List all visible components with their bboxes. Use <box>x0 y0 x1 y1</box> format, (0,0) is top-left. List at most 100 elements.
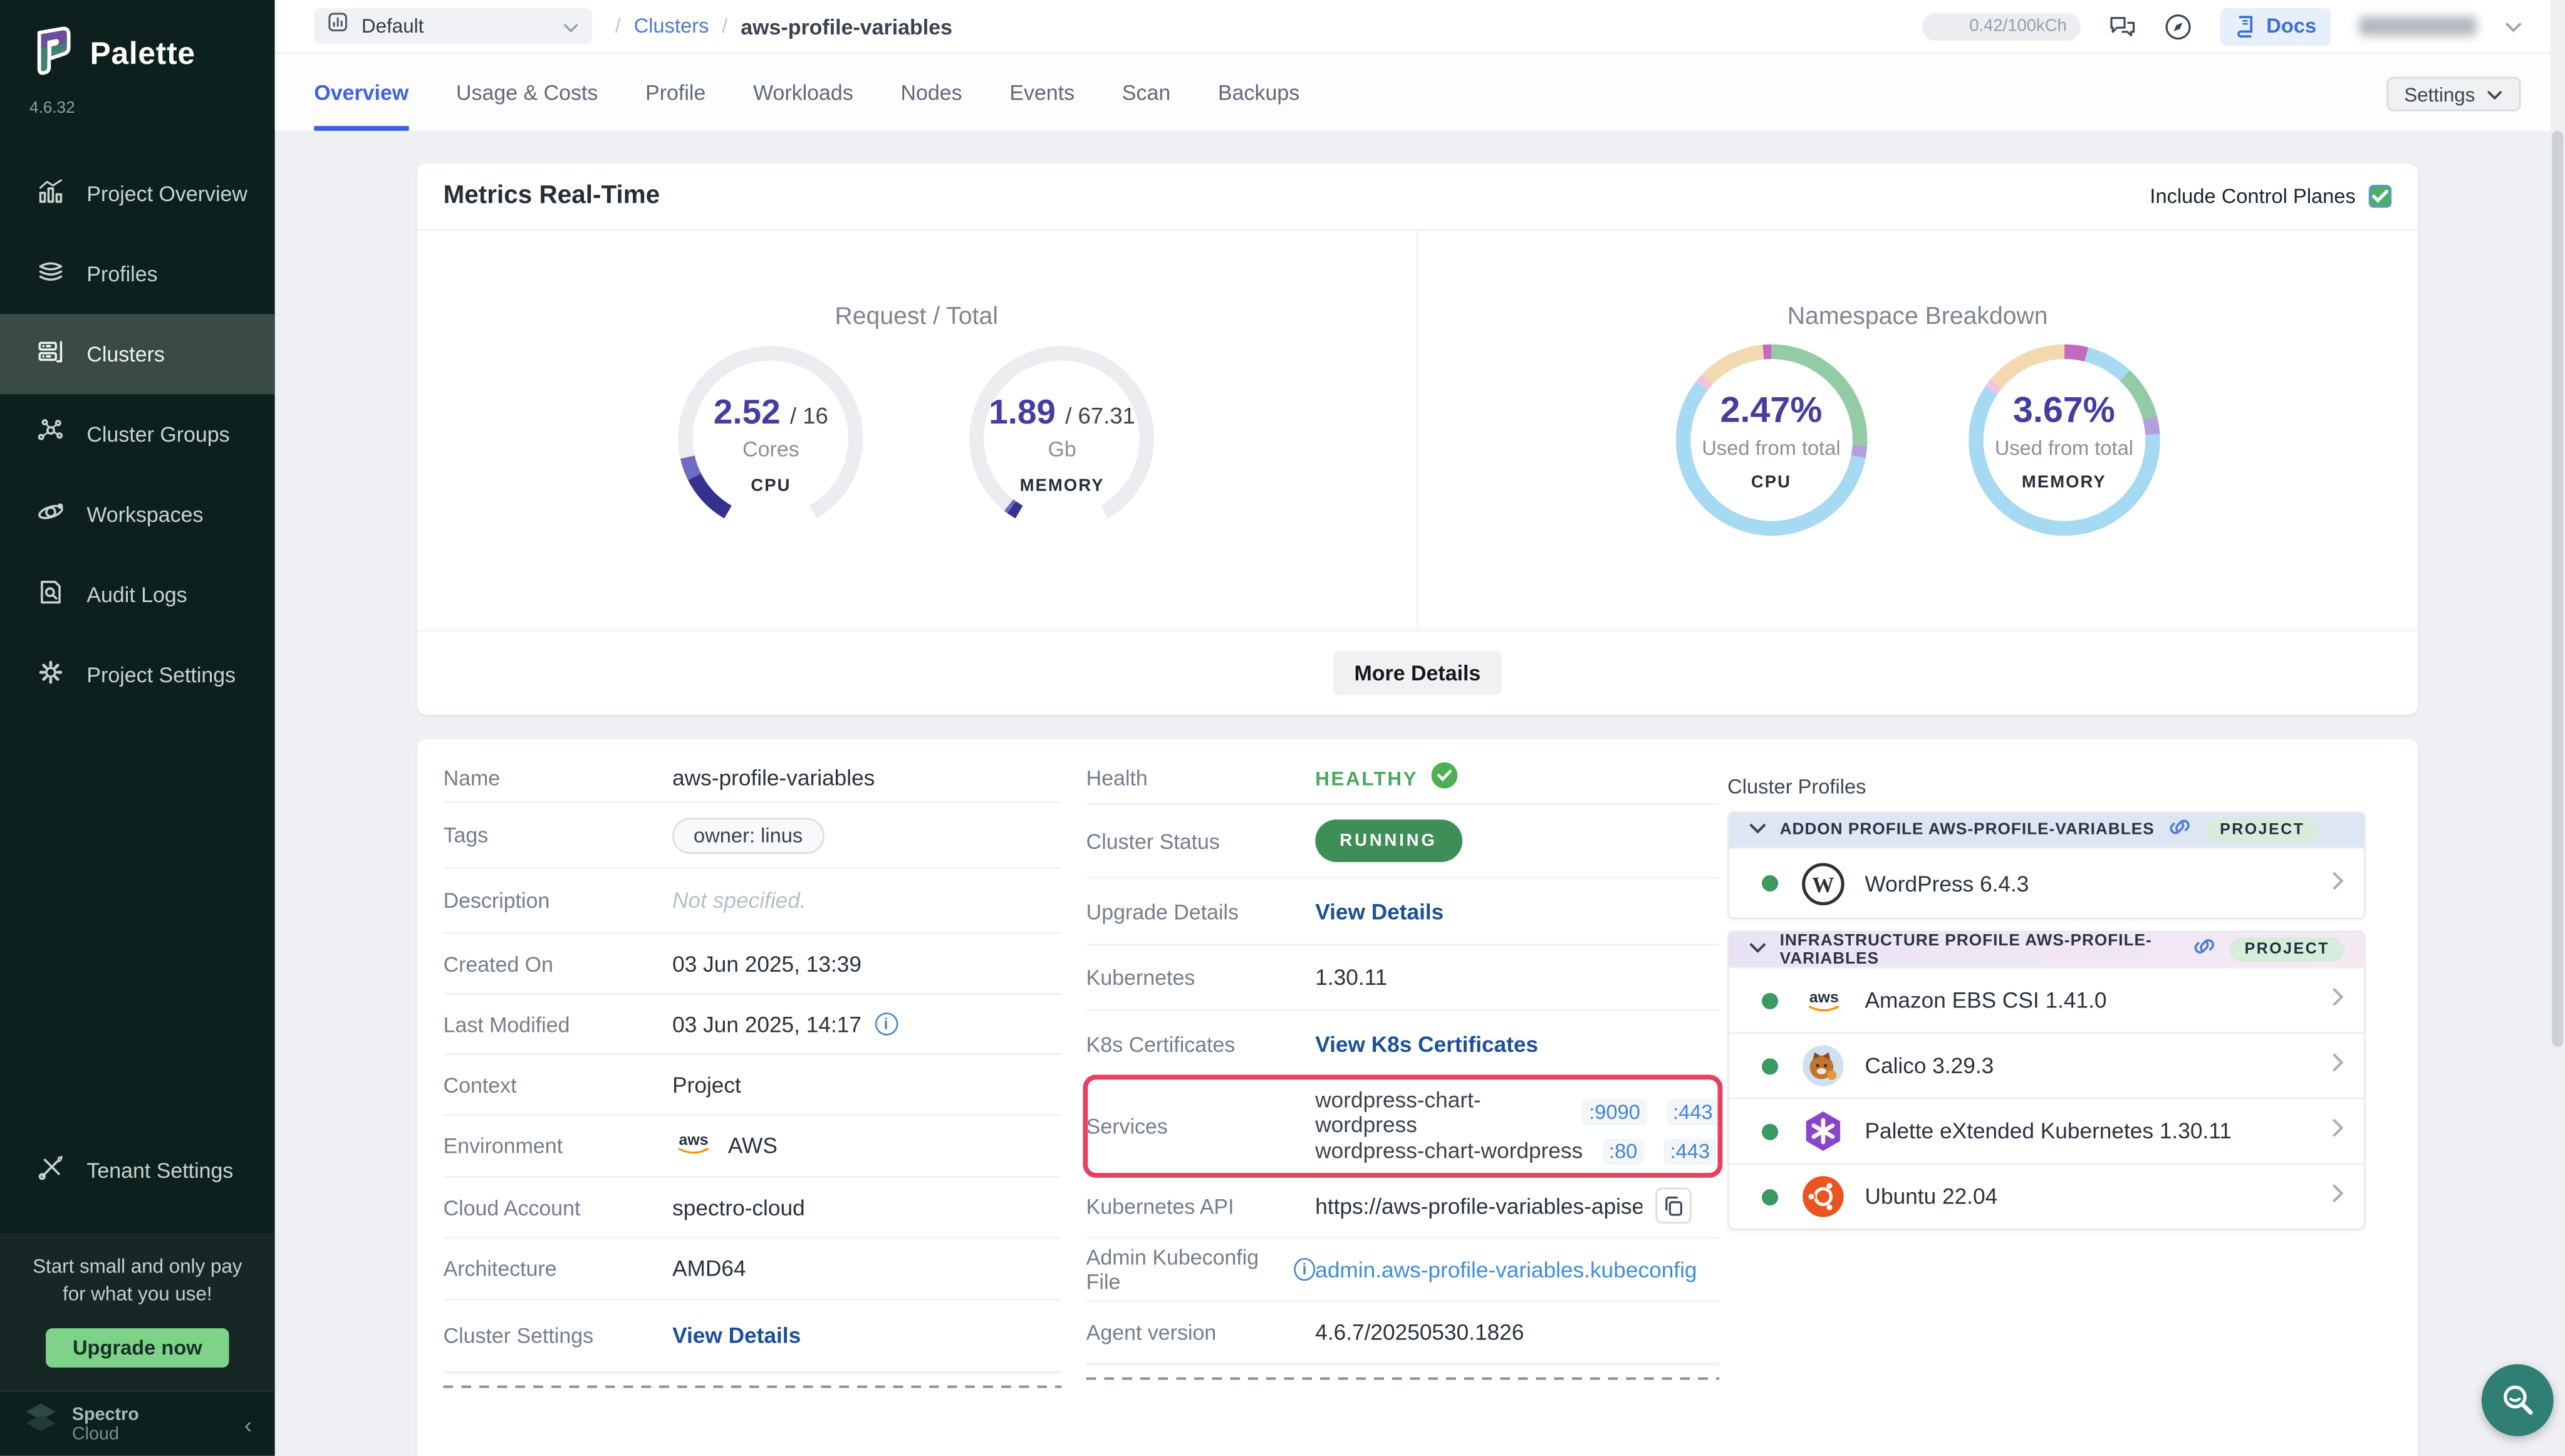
tab-usage-costs[interactable]: Usage & Costs <box>456 54 598 131</box>
upgrade-promo: Start small and only pay for what you us… <box>0 1234 275 1391</box>
more-details-button[interactable]: More Details <box>1333 650 1502 694</box>
breadcrumb: / Clusters / aws-profile-variables <box>615 14 952 38</box>
chevron-down-icon <box>2487 89 2503 99</box>
help-search-button[interactable] <box>2482 1365 2554 1437</box>
profile-section-header[interactable]: ADDON PROFILE AWS-PROFILE-VARIABLES PROJ… <box>1729 813 2364 848</box>
include-control-planes-checkbox[interactable] <box>2369 185 2392 208</box>
sidebar-item-cluster-groups[interactable]: Cluster Groups <box>0 394 275 474</box>
cluster-status-badge: RUNNING <box>1315 819 1462 862</box>
metrics-title: Metrics Real-Time <box>444 182 660 211</box>
namespace-donut-cpu: 2.47% Used from total CPU <box>1672 340 1871 540</box>
usage-quota-badge: 0.42/100kCh <box>1923 13 2081 40</box>
tag-pill[interactable]: owner: linus <box>672 817 824 853</box>
detail-row-cluster-status: Cluster Status RUNNING <box>1086 805 1719 878</box>
scrollbar-thumb[interactable] <box>2552 131 2563 1047</box>
sidebar-item-tenant-settings[interactable]: Tenant Settings <box>0 1130 275 1210</box>
gear-icon <box>36 658 65 692</box>
compass-icon[interactable] <box>2165 13 2192 40</box>
calico-icon <box>1801 1044 1845 1088</box>
detail-label: Kubernetes <box>1086 965 1316 989</box>
sidebar-item-project-overview[interactable]: Project Overview <box>0 153 275 234</box>
sidebar-item-project-settings[interactable]: Project Settings <box>0 635 275 715</box>
settings-button[interactable]: Settings <box>2386 77 2521 112</box>
sidebar-item-label: Clusters <box>86 342 165 367</box>
pack-status-dot <box>1762 875 1778 892</box>
namespace-breakdown-panel: Namespace Breakdown 2.47% Used from tota… <box>1417 231 2418 630</box>
detail-row-name: Name aws-profile-variables <box>444 752 1062 803</box>
service-row: wordpress-chart-wordpress:80:443 <box>1315 1138 1719 1164</box>
ubuntu-icon <box>1801 1175 1845 1219</box>
sidebar-item-workspaces[interactable]: Workspaces <box>0 474 275 554</box>
svg-text:aws: aws <box>1808 988 1838 1006</box>
view-details-link[interactable]: View Details <box>672 1323 801 1348</box>
chevron-right-icon <box>2331 1117 2344 1145</box>
chevron-right-icon <box>2331 1183 2344 1210</box>
upgrade-now-button[interactable]: Upgrade now <box>46 1328 228 1368</box>
profile-section-blue: ADDON PROFILE AWS-PROFILE-VARIABLES PROJ… <box>1727 811 2365 919</box>
profile-pack-row[interactable]: W WordPress 6.4.3 <box>1729 847 2364 917</box>
profile-section-title: INFRASTRUCTURE PROFILE AWS-PROFILE-VARIA… <box>1780 932 2179 967</box>
profile-pack-row[interactable]: Palette eXtended Kubernetes 1.30.11 <box>1729 1098 2364 1163</box>
service-port-link[interactable]: :443 <box>1663 1138 1716 1164</box>
user-menu-chevron-icon[interactable] <box>2504 11 2522 41</box>
sidebar-collapse-button[interactable]: ‹ <box>244 1411 252 1437</box>
sidebar-item-audit-logs[interactable]: Audit Logs <box>0 554 275 635</box>
copy-button[interactable] <box>1655 1188 1691 1224</box>
tab-events[interactable]: Events <box>1009 54 1074 131</box>
link-icon[interactable] <box>2192 935 2217 964</box>
profile-section-header[interactable]: INFRASTRUCTURE PROFILE AWS-PROFILE-VARIA… <box>1729 932 2364 967</box>
chevron-right-icon <box>2331 870 2344 897</box>
service-port-link[interactable]: :80 <box>1603 1138 1644 1164</box>
svg-text:W: W <box>1812 872 1834 897</box>
tab-profile[interactable]: Profile <box>645 54 705 131</box>
book-icon <box>2235 14 2257 38</box>
service-port-link[interactable]: :443 <box>1667 1098 1719 1125</box>
sidebar-item-clusters[interactable]: Clusters <box>0 314 275 394</box>
tab-overview[interactable]: Overview <box>314 54 408 131</box>
page-scrollbar[interactable] <box>2551 0 2565 1456</box>
link-icon[interactable] <box>2168 816 2192 845</box>
detail-row-kubernetes: Kubernetes 1.30.11 <box>1086 945 1719 1011</box>
detail-label: Environment <box>444 1133 673 1158</box>
clusters-icon <box>36 337 65 372</box>
view-details-link[interactable]: View Details <box>1315 899 1444 923</box>
breadcrumb-clusters-link[interactable]: Clusters <box>634 14 709 38</box>
cluster-groups-icon <box>36 417 65 452</box>
user-name-redacted[interactable] <box>2359 16 2477 36</box>
detail-label: Services <box>1086 1113 1316 1138</box>
details-middle-column: Health HEALTHYCluster Status RUNNINGUpgr… <box>1086 752 1719 1381</box>
tab-backups[interactable]: Backups <box>1218 54 1299 131</box>
detail-label: Cluster Status <box>1086 828 1316 853</box>
project-selector[interactable]: Default <box>314 8 592 44</box>
detail-value: aws-profile-variables <box>672 765 875 789</box>
detail-row-tags: Tags owner: linus <box>444 803 1062 868</box>
chat-icon[interactable] <box>2110 13 2137 40</box>
brand-name: Palette <box>90 37 195 73</box>
kubernetes-api-url: https://aws-profile-variables-apiserve… <box>1315 1193 1642 1218</box>
docs-button[interactable]: Docs <box>2220 8 2331 45</box>
tab-scan[interactable]: Scan <box>1122 54 1170 131</box>
service-port-link[interactable]: :9090 <box>1583 1098 1647 1125</box>
profile-pack-row[interactable]: Ubuntu 22.04 <box>1729 1163 2364 1228</box>
tab-nodes[interactable]: Nodes <box>901 54 962 131</box>
workspaces-icon <box>36 497 65 532</box>
view-details-link[interactable]: View K8s Certificates <box>1315 1031 1538 1056</box>
cutoff-row <box>444 1373 1062 1389</box>
tab-workloads[interactable]: Workloads <box>753 54 853 131</box>
kubeconfig-link[interactable]: admin.aws-profile-variables.kubeconfig <box>1315 1257 1697 1282</box>
profile-pack-row[interactable]: aws Amazon EBS CSI 1.41.0 <box>1729 967 2364 1032</box>
profile-pack-row[interactable]: Calico 3.29.3 <box>1729 1032 2364 1098</box>
cluster-tab-bar: Overview Usage & Costs Profile Workloads Nod… <box>275 54 2565 131</box>
cluster-details-card: Name aws-profile-variablesTags owner: li… <box>417 739 2418 1456</box>
gauge-cpu: 2.52 / 16 Cores CPU <box>673 340 869 536</box>
project-scope-badge: PROJECT <box>2230 937 2344 962</box>
sidebar-item-profiles[interactable]: Profiles <box>0 234 275 314</box>
chevron-down-icon <box>1749 821 1767 840</box>
detail-value: Not specified. <box>672 888 806 913</box>
project-scope-badge: PROJECT <box>2205 818 2319 842</box>
chevron-down-icon <box>1749 940 1767 959</box>
svg-text:aws: aws <box>679 1131 709 1148</box>
gauge-unit: Cores <box>742 437 799 461</box>
metrics-card: Metrics Real-Time Include Control Planes… <box>417 164 2418 715</box>
service-row: wordpress-chart-wordpress:9090:443 <box>1315 1087 1719 1136</box>
